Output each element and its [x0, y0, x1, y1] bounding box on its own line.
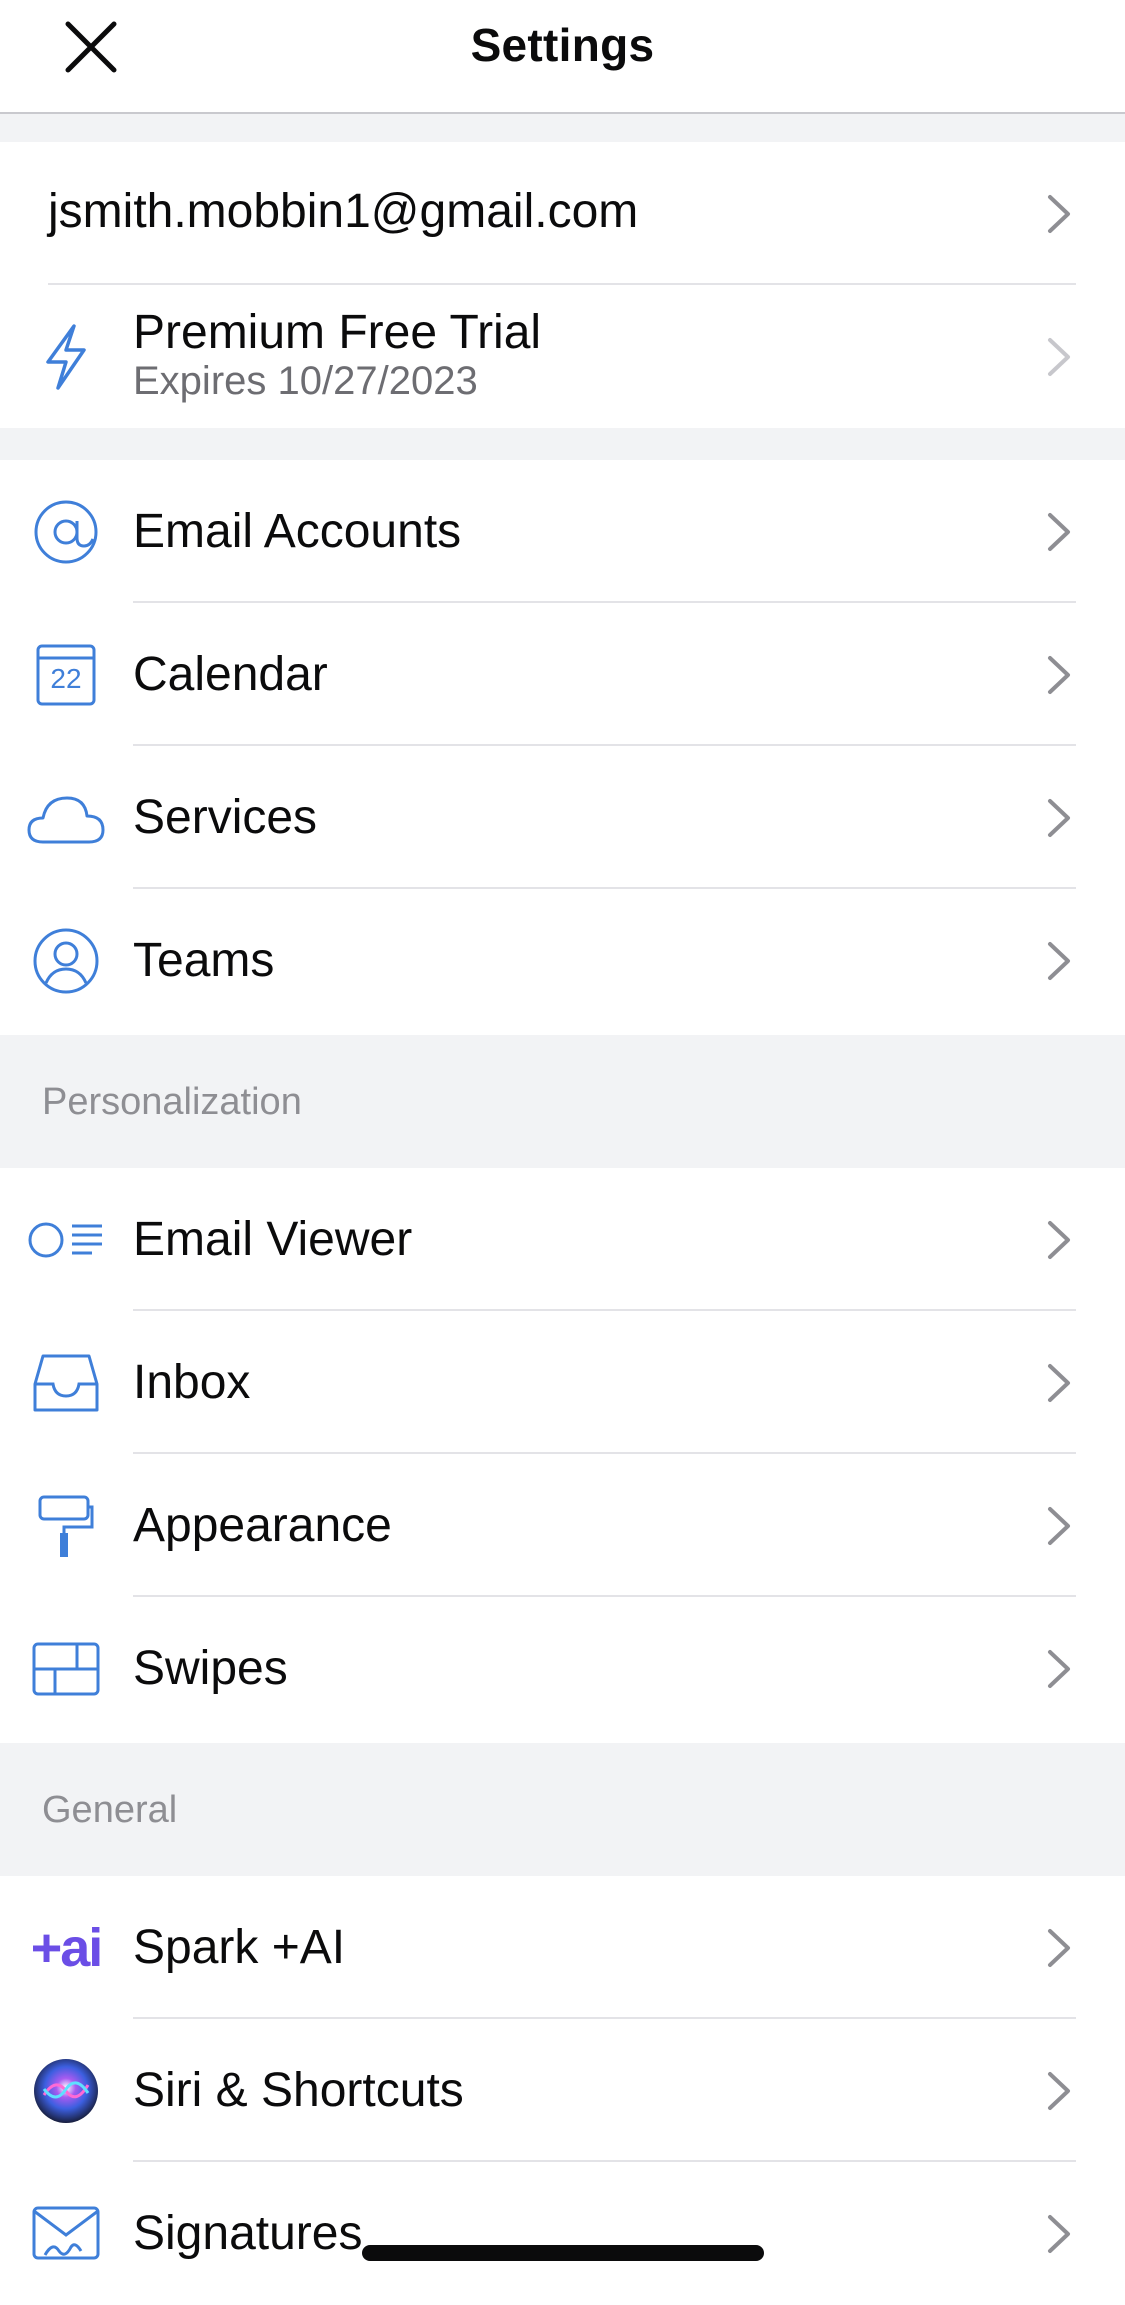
chevron-right-icon [1048, 799, 1070, 837]
premium-trial-row[interactable]: Premium Free Trial Expires 10/27/2023 [0, 285, 1125, 428]
nav-header: Settings [0, 0, 1125, 114]
lightning-icon [22, 321, 110, 393]
chevron-right-icon [1048, 1507, 1070, 1545]
settings-row-email-accounts[interactable]: Email Accounts [0, 460, 1125, 603]
calendar-icon: 22 [22, 639, 110, 711]
chevron-right-icon [1048, 2215, 1070, 2253]
settings-row-teams[interactable]: Teams [0, 889, 1125, 1032]
page-title: Settings [470, 19, 655, 71]
row-label: Calendar [133, 648, 328, 701]
section-header-general: General [42, 1789, 178, 1831]
settings-row-siri-shortcuts[interactable]: Siri & Shortcuts [0, 2019, 1125, 2162]
chevron-right-icon [1048, 656, 1070, 694]
row-label: Teams [133, 934, 275, 987]
chevron-right-icon [1048, 942, 1070, 980]
section-header-bg: General [0, 1743, 1125, 1876]
home-indicator[interactable] [362, 2245, 764, 2261]
row-label: Email Viewer [133, 1213, 413, 1266]
row-label: Signatures [133, 2207, 363, 2260]
row-label: Appearance [133, 1499, 392, 1552]
chevron-right-icon [1048, 2072, 1070, 2110]
cloud-icon [22, 782, 110, 854]
signature-icon [22, 2198, 110, 2270]
premium-title: Premium Free Trial [133, 306, 542, 359]
chevron-right-icon [1048, 1364, 1070, 1402]
row-label: Inbox [133, 1356, 251, 1409]
row-label: Email Accounts [133, 505, 462, 558]
settings-row-services[interactable]: Services [0, 746, 1125, 889]
chevron-right-icon [1048, 1221, 1070, 1259]
premium-expiry: Expires 10/27/2023 [133, 359, 478, 403]
swipes-grid-icon [22, 1633, 110, 1705]
account-email-row[interactable]: jsmith.mobbin1@gmail.com [0, 142, 1125, 285]
chevron-right-icon [1048, 195, 1070, 233]
section-header-bg: Personalization [0, 1035, 1125, 1168]
email-viewer-icon [22, 1204, 110, 1276]
section-header-personalization: Personalization [42, 1081, 302, 1123]
settings-row-calendar[interactable]: 22 Calendar [0, 603, 1125, 746]
inbox-tray-icon [22, 1347, 110, 1419]
at-sign-icon [22, 496, 110, 568]
person-circle-icon [22, 925, 110, 997]
paint-roller-icon [22, 1490, 110, 1562]
settings-row-inbox[interactable]: Inbox [0, 1311, 1125, 1454]
settings-row-swipes[interactable]: Swipes [0, 1597, 1125, 1740]
row-label: Siri & Shortcuts [133, 2064, 464, 2117]
spark-ai-logo-text: +ai [30, 1918, 104, 1978]
settings-row-appearance[interactable]: Appearance [0, 1454, 1125, 1597]
row-label: Spark +AI [133, 1921, 346, 1974]
row-label: Swipes [133, 1642, 288, 1695]
row-label: Services [133, 791, 318, 844]
account-email: jsmith.mobbin1@gmail.com [48, 185, 639, 238]
settings-row-email-viewer[interactable]: Email Viewer [0, 1168, 1125, 1311]
chevron-right-icon [1048, 513, 1070, 551]
chevron-right-icon [1048, 1650, 1070, 1688]
section-spacer [0, 428, 1125, 460]
settings-row-spark-ai[interactable]: +ai Spark +AI [0, 1876, 1125, 2019]
spark-ai-icon: +ai [22, 1912, 110, 1984]
chevron-right-icon [1048, 1929, 1070, 1967]
chevron-right-icon [1048, 338, 1070, 376]
section-spacer [0, 114, 1125, 142]
siri-icon [22, 2055, 110, 2127]
calendar-day-number: 22 [50, 663, 82, 694]
